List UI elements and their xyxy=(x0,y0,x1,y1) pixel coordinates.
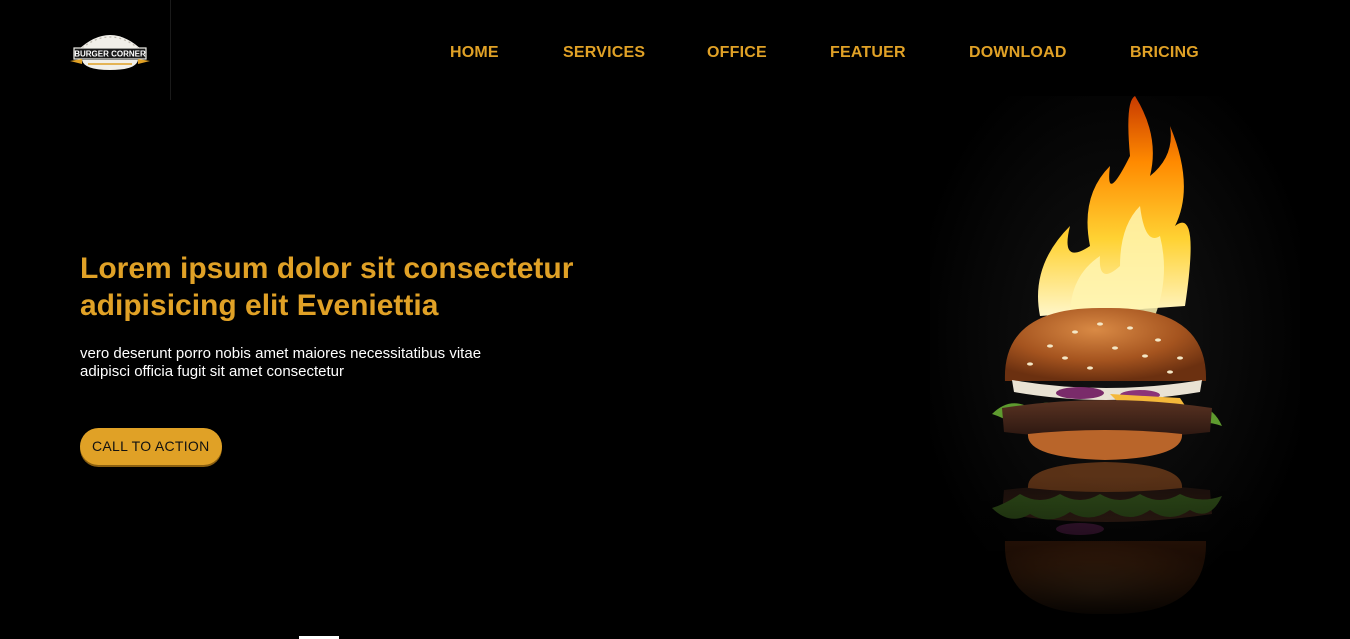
hero-title-line2: adipisicing elit Eveniettia xyxy=(80,289,439,322)
burger-corner-logo-icon: BURGER CORNER xyxy=(70,35,150,70)
nav-home[interactable]: HOME xyxy=(450,44,499,62)
header-divider xyxy=(170,0,171,100)
hero-title-line1: Lorem ipsum dolor sit consectetur xyxy=(80,252,574,285)
nav-office[interactable]: OFFICE xyxy=(707,44,767,62)
nav-services[interactable]: SERVICES xyxy=(563,44,645,62)
hero-title: Lorem ipsum dolor sit consectetur adipis… xyxy=(80,250,680,324)
flaming-burger-image xyxy=(930,96,1300,626)
brand-logo[interactable]: BURGER CORNER xyxy=(68,24,152,74)
call-to-action-button[interactable]: CALL TO ACTION xyxy=(80,428,222,465)
nav-featuer[interactable]: FEATUER xyxy=(830,44,906,62)
hero-text-line1: vero deserunt porro nobis amet maiores n… xyxy=(80,345,482,362)
hero-text-line2: adipisci officia fugit sit amet consecte… xyxy=(80,363,345,380)
nav-download[interactable]: DOWNLOAD xyxy=(969,44,1067,62)
hero-description: vero deserunt porro nobis amet maiores n… xyxy=(80,345,540,381)
logo-text: BURGER CORNER xyxy=(74,50,146,59)
nav-bricing[interactable]: BRICING xyxy=(1130,44,1199,62)
